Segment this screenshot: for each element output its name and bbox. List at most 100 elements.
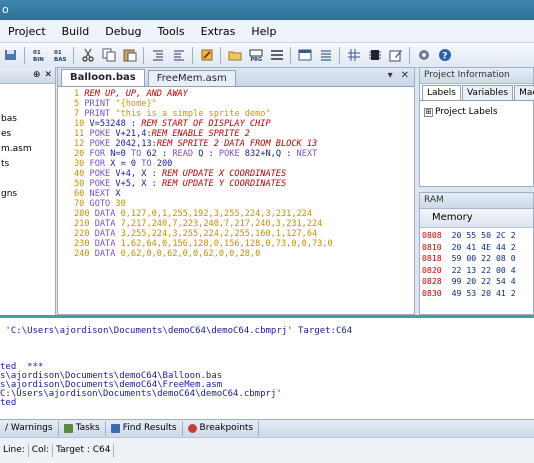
memory-row[interactable]: 0830 49 53 20 41 2: [422, 288, 533, 300]
code-line[interactable]: 5 PRINT "{home}": [74, 99, 414, 109]
code-token: REM UPDATE Y COORDINATES: [161, 179, 287, 189]
binary-bin-icon[interactable]: 01 BIN: [30, 47, 47, 64]
tab-balloon-bas[interactable]: Balloon.bas: [61, 69, 145, 86]
menu-help[interactable]: Help: [243, 25, 284, 38]
menu-build[interactable]: Build: [54, 25, 98, 38]
outdent-icon[interactable]: [170, 47, 187, 64]
pin-icon[interactable]: ⊕: [33, 70, 41, 80]
code-line[interactable]: 11 POKE V+21,4:REM ENABLE SPRITE 2: [74, 129, 414, 139]
menu-project[interactable]: Project: [0, 25, 54, 38]
cut-icon[interactable]: [79, 47, 96, 64]
code-token: REM SPRITE 2 DATA FROM BLOCK 13: [156, 139, 318, 149]
code-line[interactable]: 220 DATA 3,255,224,3,255,224,2,255,160,1…: [74, 229, 414, 239]
memory-chip-icon[interactable]: [366, 47, 383, 64]
close-icon[interactable]: ✕: [44, 70, 52, 80]
memory-row[interactable]: 0828 99 20 22 54 4: [422, 276, 533, 288]
code-token: PRINT: [79, 99, 116, 109]
explorer-item[interactable]: gns: [0, 187, 55, 202]
code-token: DATA: [89, 209, 121, 219]
code-token: 0,127,0,1,255,192,3,255,224,3,231,224: [120, 209, 313, 219]
solution-explorer-panel: ⊕ ✕ bas es m.asm ts gns: [0, 67, 56, 315]
code-line[interactable]: 200 DATA 0,127,0,1,255,192,3,255,224,3,2…: [74, 209, 414, 219]
code-line[interactable]: 12 POKE 2042,13:REM SPRITE 2 DATA FROM B…: [74, 139, 414, 149]
status-col: Col:: [29, 444, 54, 457]
binary-bas-icon[interactable]: 01 BAS: [51, 47, 68, 64]
code-line[interactable]: 230 DATA 1,62,64,0,156,128,0,156,128,0,7…: [74, 239, 414, 249]
bottom-tab[interactable]: Breakpoints: [183, 421, 260, 436]
memory-bytes: 49 53 20 41 2: [441, 287, 516, 298]
copy-icon[interactable]: [100, 47, 117, 64]
menu-extras[interactable]: Extras: [193, 25, 244, 38]
code-line[interactable]: 60 NEXT X: [74, 189, 414, 199]
code-token: DATA: [89, 249, 121, 259]
list-icon[interactable]: [317, 47, 334, 64]
code-token: REM UPDATE X COORDINATES: [161, 169, 287, 179]
explorer-item[interactable]: ts: [0, 157, 55, 172]
menu-debug[interactable]: Debug: [97, 25, 149, 38]
code-token: V+4, X :: [115, 169, 162, 179]
build-icon[interactable]: [198, 47, 215, 64]
code-token: 70: [74, 199, 85, 209]
code-line[interactable]: 40 POKE V+4, X : REM UPDATE X COORDINATE…: [74, 169, 414, 179]
code-line[interactable]: 1 REM UP, UP, AND AWAY: [74, 89, 414, 99]
tab-freemem-asm[interactable]: FreeMem.asm: [147, 70, 236, 86]
code-line[interactable]: 30 FOR X = 0 TO 200: [74, 159, 414, 169]
save-all-icon[interactable]: [2, 47, 19, 64]
code-token: 200: [156, 159, 173, 169]
tab-labels[interactable]: Labels: [422, 85, 461, 100]
memory-address: 0830: [422, 287, 442, 298]
explorer-item[interactable]: m.asm: [0, 142, 55, 157]
indent-icon[interactable]: [149, 47, 166, 64]
close-tab-icon[interactable]: ✕: [401, 70, 409, 81]
bottom-tab[interactable]: Find Results: [106, 421, 183, 436]
memory-address: 0828: [422, 276, 442, 286]
code-line[interactable]: 70 GOTO 30: [74, 199, 414, 209]
explorer-item[interactable]: bas: [0, 112, 55, 127]
code-token: POKE: [84, 139, 116, 149]
explorer-item[interactable]: [0, 172, 55, 187]
window-layout-icon[interactable]: [296, 47, 313, 64]
code-token: POKE: [84, 169, 116, 179]
menu-tools[interactable]: Tools: [149, 25, 192, 38]
memory-bytes: 22 13 22 00 4: [441, 264, 516, 275]
tab-macros[interactable]: Macros: [514, 85, 534, 100]
paste-icon[interactable]: [121, 47, 138, 64]
help-icon[interactable]: ?: [436, 47, 453, 64]
memory-row[interactable]: 0820 22 13 22 00 4: [422, 265, 533, 277]
grid-icon[interactable]: [345, 47, 362, 64]
bottom-tab[interactable]: Tasks: [59, 421, 106, 436]
tab-variables[interactable]: Variables: [461, 85, 514, 100]
code-token: REM UP, UP, AND AWAY: [79, 89, 188, 99]
code-line[interactable]: 240 DATA 0,62,0,0,62,0,0,62,0,0,28,0: [74, 249, 414, 259]
code-token: 50: [74, 179, 85, 189]
break-icon: [187, 424, 197, 433]
tree-item-project-labels[interactable]: Project Labels: [435, 107, 498, 117]
edit-icon[interactable]: [387, 47, 404, 64]
toolbar: 01 BIN 01 BAS PRG ?: [0, 43, 534, 68]
tab-list-dropdown-icon[interactable]: ▾: [388, 70, 393, 81]
settings-gear-icon[interactable]: [415, 47, 432, 64]
code-token: 210: [74, 219, 90, 229]
bottom-tab[interactable]: / Warnings: [0, 421, 59, 436]
svg-text:BIN: BIN: [33, 57, 44, 62]
code-token: 230: [74, 239, 90, 249]
explorer-item[interactable]: es: [0, 127, 55, 142]
run-program-icon[interactable]: PRG: [247, 47, 264, 64]
debug-icon[interactable]: [268, 47, 285, 64]
code-line[interactable]: 210 DATA 7,217,240,7,223,240,7,217,240,3…: [74, 219, 414, 229]
open-folder-icon[interactable]: [226, 47, 243, 64]
expand-icon[interactable]: ⊞: [424, 108, 433, 117]
memory-row[interactable]: 0818 59 00 22 08 0: [422, 253, 533, 265]
code-line[interactable]: 20 FOR N=0 TO 62 : READ Q : POKE 832+N,Q…: [74, 149, 414, 159]
memory-row[interactable]: 0808 20 55 50 2C 2: [422, 230, 533, 242]
code-line[interactable]: 50 POKE V+5, X : REM UPDATE Y COORDINATE…: [74, 179, 414, 189]
status-bar: Line: Col: Target : C64: [0, 437, 534, 463]
memory-row[interactable]: 0810 20 41 4E 44 2: [422, 242, 533, 254]
code-token: DATA: [89, 229, 121, 239]
window-title-bar: o: [0, 0, 534, 20]
code-line[interactable]: 7 PRINT "this is a simple sprite demo": [74, 109, 414, 119]
code-line[interactable]: 10 V=53248 : REM START OF DISPLAY CHIP: [74, 119, 414, 129]
bottom-tab-strip: / Warnings Tasks Find Results Breakpoints: [0, 419, 534, 437]
code-text-area[interactable]: 1 REM UP, UP, AND AWAY 5 PRINT "{home}" 7 …: [58, 87, 414, 259]
